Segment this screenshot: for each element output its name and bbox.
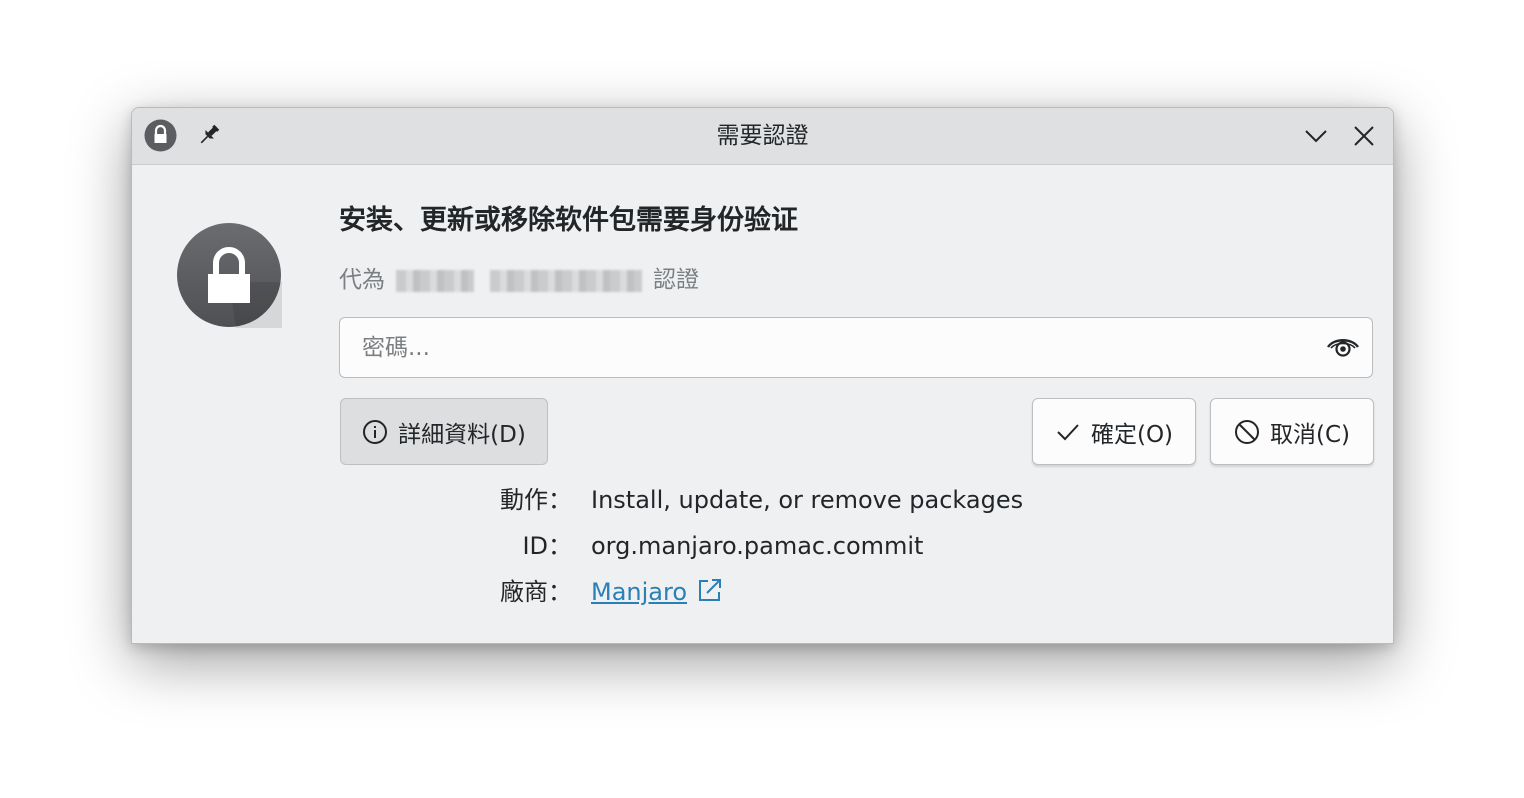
cancel-button-label: 取消(C) — [1269, 421, 1350, 448]
pin-icon[interactable] — [196, 122, 222, 148]
detail-value-vendor-wrap: Manjaro — [591, 572, 723, 612]
show-password-icon[interactable] — [1326, 333, 1360, 361]
password-field[interactable] — [339, 317, 1373, 378]
ok-button[interactable]: 確定(O) — [1032, 398, 1196, 465]
vendor-link[interactable]: Manjaro — [591, 578, 687, 606]
detail-value-action: Install, update, or remove packages — [591, 486, 1024, 514]
ok-button-label: 確定(O) — [1090, 421, 1174, 448]
chevron-down-icon[interactable] — [1302, 122, 1330, 150]
details-panel: 動作： Install, update, or remove packages … — [432, 480, 1023, 618]
detail-row-id: ID： org.manjaro.pamac.commit — [432, 526, 923, 572]
checkmark-icon — [1057, 423, 1079, 440]
titlebar: 需要認證 — [132, 108, 1393, 165]
lock-icon[interactable] — [144, 119, 177, 152]
detail-row-action: 動作： Install, update, or remove packages — [432, 480, 1023, 526]
lock-icon — [177, 223, 282, 328]
detail-row-vendor: 廠商： Manjaro — [432, 572, 722, 618]
subline-prefix: 代為 — [339, 267, 385, 293]
auth-heading: 安装、更新或移除软件包需要身份验证 — [339, 205, 798, 236]
external-link-icon[interactable] — [697, 577, 723, 603]
cancel-icon — [1234, 419, 1259, 444]
detail-value-id: org.manjaro.pamac.commit — [591, 532, 924, 560]
auth-subline: 代為 認證 — [339, 260, 699, 294]
details-button[interactable]: 詳細資料(D) — [340, 398, 548, 465]
cancel-button[interactable]: 取消(C) — [1210, 398, 1374, 465]
close-icon[interactable] — [1350, 122, 1378, 150]
detail-key-id: ID： — [522, 532, 572, 560]
info-icon — [363, 419, 388, 444]
password-input[interactable] — [362, 318, 1302, 377]
redacted-name-part1 — [396, 269, 475, 292]
details-button-label: 詳細資料(D) — [398, 421, 526, 448]
redacted-name-part2 — [489, 269, 642, 292]
window-title: 需要認證 — [716, 123, 809, 149]
subline-suffix: 認證 — [652, 267, 699, 293]
detail-key-vendor: 廠商： — [500, 578, 572, 606]
auth-dialog-window: 需要認證 安装、更新或移除软件包需要身份验证 代為 認證 詳細資料(D) 確定(… — [131, 107, 1394, 644]
detail-key-action: 動作： — [500, 486, 572, 514]
